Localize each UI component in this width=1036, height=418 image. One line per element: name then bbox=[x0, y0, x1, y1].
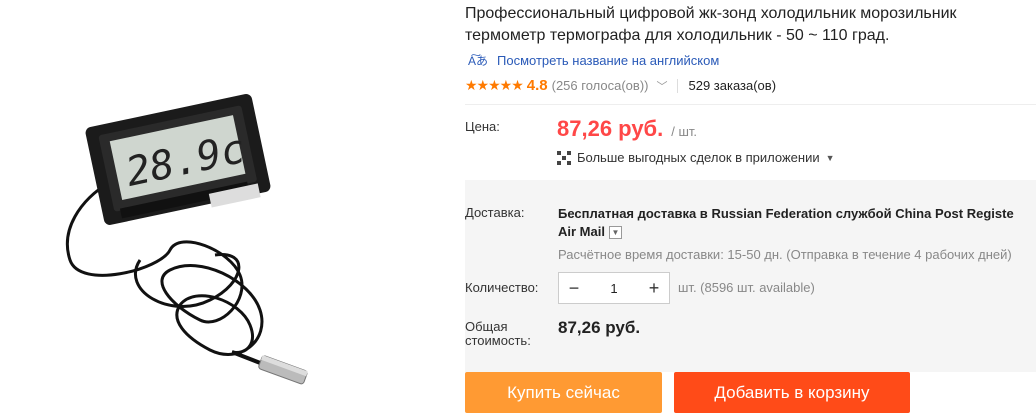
divider bbox=[677, 78, 679, 93]
app-deals-label: Больше выгодных сделок в приложении bbox=[577, 150, 820, 165]
thermometer-illustration: 28.9c bbox=[65, 94, 308, 385]
translate-link-label: Посмотреть название на английском bbox=[497, 52, 720, 68]
caret-down-icon: ▼ bbox=[825, 152, 835, 163]
title-line-1: Профессиональный цифровой жк-зонд холоди… bbox=[465, 5, 957, 22]
shipping-info: Бесплатная доставка в Russian Federation… bbox=[558, 205, 1036, 241]
total-label-line-2: стоимость: bbox=[465, 333, 531, 348]
shipping-label: Доставка: bbox=[465, 205, 525, 220]
product-info: Профессиональный цифровой жк-зонд холоди… bbox=[465, 0, 1036, 413]
quantity-input[interactable]: 1 bbox=[589, 281, 639, 296]
star-rating-icon: ★★★★★ bbox=[465, 77, 524, 93]
orders-count: 529 заказа(ов) bbox=[688, 78, 777, 93]
chevron-down-icon[interactable]: ﹀ bbox=[656, 78, 667, 94]
divider bbox=[465, 104, 1036, 105]
shipping-country[interactable]: Russian Federation bbox=[711, 206, 832, 221]
quantity-label: Количество: bbox=[465, 280, 539, 295]
price-unit: / шт. bbox=[671, 124, 698, 139]
translate-icon: A͠あ bbox=[467, 53, 488, 68]
add-to-cart-button[interactable]: Добавить в корзину bbox=[674, 372, 910, 413]
total-value: 87,26 руб. bbox=[558, 318, 641, 337]
price-label: Цена: bbox=[465, 119, 500, 134]
rating-row: ★★★★★ 4.8 (256 голоса(ов)) ﹀ 529 заказа(… bbox=[465, 77, 776, 94]
product-title: Профессиональный цифровой жк-зонд холоди… bbox=[465, 3, 1036, 47]
shipping-prefix: Бесплатная доставка в bbox=[558, 206, 708, 221]
product-image: 28.9c bbox=[0, 0, 430, 413]
quantity-available: шт. (8596 шт. available) bbox=[678, 280, 815, 295]
votes-count[interactable]: (256 голоса(ов)) bbox=[552, 78, 649, 93]
shipping-options-dropdown[interactable]: ▼ bbox=[608, 226, 622, 240]
qr-code-icon bbox=[557, 150, 571, 165]
price: 87,26 руб. / шт. bbox=[557, 116, 697, 142]
quantity-decrease-button[interactable]: − bbox=[559, 278, 589, 299]
price-value: 87,26 руб. bbox=[557, 116, 664, 141]
rating-score: 4.8 bbox=[526, 77, 548, 94]
app-deals-link[interactable]: Больше выгодных сделок в приложении ▼ bbox=[557, 150, 835, 165]
total-label: Общая стоимость: bbox=[465, 320, 531, 348]
shipping-carrier-line2: Air Mail bbox=[558, 224, 605, 239]
quantity-stepper: − 1 + bbox=[558, 272, 670, 304]
delivery-estimate: Расчётное время доставки: 15-50 дн. (Отп… bbox=[558, 247, 1012, 262]
translate-link[interactable]: A͠あ Посмотреть название на английском bbox=[465, 52, 719, 68]
shipping-carrier[interactable]: China Post Registe bbox=[895, 206, 1013, 221]
total-label-line-1: Общая bbox=[465, 319, 508, 334]
buy-now-button[interactable]: Купить сейчас bbox=[465, 372, 662, 413]
shipping-via: службой bbox=[835, 206, 892, 221]
quantity-increase-button[interactable]: + bbox=[639, 278, 669, 299]
title-line-2: термометр термографа для холодильник - 5… bbox=[465, 27, 890, 44]
